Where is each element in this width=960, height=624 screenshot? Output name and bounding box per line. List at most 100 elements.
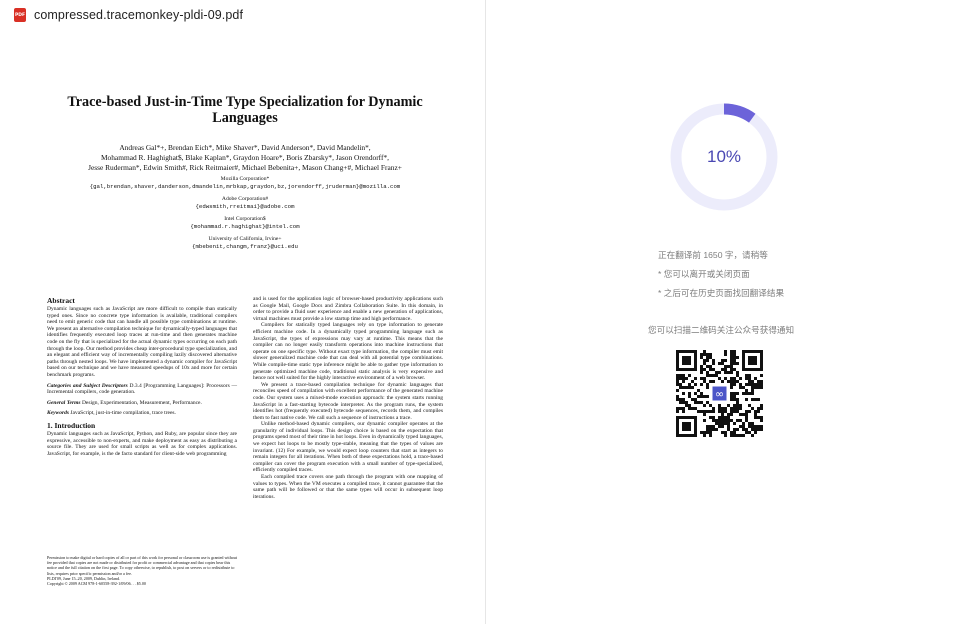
affiliation-org: University of California, Irvine+: [208, 236, 282, 242]
qr-module: [751, 383, 754, 386]
qr-module: [757, 380, 760, 383]
qr-module: [727, 413, 730, 416]
qr-module: [688, 407, 691, 410]
qr-module: [709, 356, 712, 359]
qr-module: [685, 386, 688, 389]
qr-module: [733, 377, 736, 380]
qr-module: [745, 374, 748, 377]
qr-module: [724, 431, 727, 434]
qr-module: [721, 380, 724, 383]
paper-title-line: Languages: [212, 110, 278, 126]
qr-module: [709, 416, 712, 419]
affiliation-email: {gal,brendan,shaver,danderson,dmandelin,…: [89, 183, 401, 190]
qr-module: [709, 410, 712, 413]
qr-module: [730, 434, 733, 437]
qr-module: [733, 404, 736, 407]
qr-module: [676, 395, 679, 398]
qr-module: [727, 422, 730, 425]
qr-module: [676, 389, 679, 392]
qr-module: [730, 383, 733, 386]
qr-module: [676, 380, 679, 383]
qr-module: [718, 410, 721, 413]
qr-module: [724, 434, 727, 437]
qr-module: [730, 371, 733, 374]
permission-footnote: Permission to make digital or hard copie…: [47, 555, 237, 586]
qr-module: [742, 422, 745, 425]
qr-module: [760, 383, 763, 386]
qr-module: [706, 401, 709, 404]
qr-module: [679, 401, 682, 404]
qr-module: [682, 410, 685, 413]
qr-module: [727, 425, 730, 428]
qr-module: [727, 365, 730, 368]
file-name: compressed.tracemonkey-pldi-09.pdf: [34, 8, 244, 22]
qr-module: [709, 425, 712, 428]
affiliation-org: Intel Corporation$: [224, 216, 266, 222]
qr-module: [751, 380, 754, 383]
qr-module: [712, 362, 715, 365]
qr-module: [760, 404, 763, 407]
qr-module: [709, 434, 712, 437]
qr-module: [730, 353, 733, 356]
qr-finder-inner: [682, 422, 691, 431]
keywords-line: Keywords JavaScript, just-in-time compil…: [47, 410, 237, 417]
qr-module: [736, 374, 739, 377]
qr-module: [700, 383, 703, 386]
qr-module: [754, 383, 757, 386]
qr-module: [685, 377, 688, 380]
qr-module: [724, 377, 727, 380]
qr-module: [736, 401, 739, 404]
qr-module: [751, 428, 754, 431]
affiliation-email: {mbebenit,changm,franz}@uci.edu: [192, 243, 298, 250]
qr-module: [721, 359, 724, 362]
categories-line: Categories and Subject Descriptors D.3.4…: [47, 383, 237, 396]
qr-module: [694, 407, 697, 410]
qr-module: [751, 398, 754, 401]
qr-module: [718, 419, 721, 422]
qr-module: [748, 410, 751, 413]
qr-module: [709, 353, 712, 356]
qr-module: [757, 383, 760, 386]
terms-line: General Terms Design, Experimentation, M…: [47, 400, 237, 407]
qr-module: [736, 407, 739, 410]
qr-module: [706, 428, 709, 431]
qr-prompt: 您可以扫描二维码关注公众号获得通知: [648, 325, 795, 335]
qr-module: [682, 380, 685, 383]
hint-leave-page: * 您可以离开或关闭页面: [658, 269, 750, 279]
qr-module: [706, 365, 709, 368]
qr-module: [736, 392, 739, 395]
qr-module: [730, 419, 733, 422]
qr-module: [736, 356, 739, 359]
qr-module: [730, 395, 733, 398]
qr-module: [700, 365, 703, 368]
qr-module: [733, 410, 736, 413]
qr-module: [754, 428, 757, 431]
qr-module: [691, 380, 694, 383]
qr-module: [703, 377, 706, 380]
copyright-line: Copyright © 2009 ACM 978-1-60558-392-1/0…: [47, 581, 146, 587]
qr-module: [718, 362, 721, 365]
pdf-viewer-pane[interactable]: PDF compressed.tracemonkey-pldi-09.pdf T…: [0, 0, 485, 624]
qr-module: [733, 428, 736, 431]
qr-module: [745, 398, 748, 401]
qr-module: [751, 389, 754, 392]
qr-module: [706, 371, 709, 374]
keywords-label: Keywords: [47, 410, 69, 417]
qr-module: [679, 407, 682, 410]
qr-module: [715, 422, 718, 425]
qr-module: [691, 386, 694, 389]
qr-module: [733, 350, 736, 353]
qr-module: [703, 431, 706, 434]
qr-module: [703, 434, 706, 437]
author-line: Mohammad R. Haghighat$, Blake Kaplan*, G…: [100, 153, 390, 162]
qr-module: [715, 428, 718, 431]
qr-module: [745, 428, 748, 431]
qr-module: [697, 389, 700, 392]
qr-module: [751, 425, 754, 428]
qr-module: [754, 431, 757, 434]
qr-module: [682, 374, 685, 377]
qr-module: [703, 413, 706, 416]
qr-module: [760, 407, 763, 410]
qr-module: [748, 377, 751, 380]
qr-module: [745, 410, 748, 413]
